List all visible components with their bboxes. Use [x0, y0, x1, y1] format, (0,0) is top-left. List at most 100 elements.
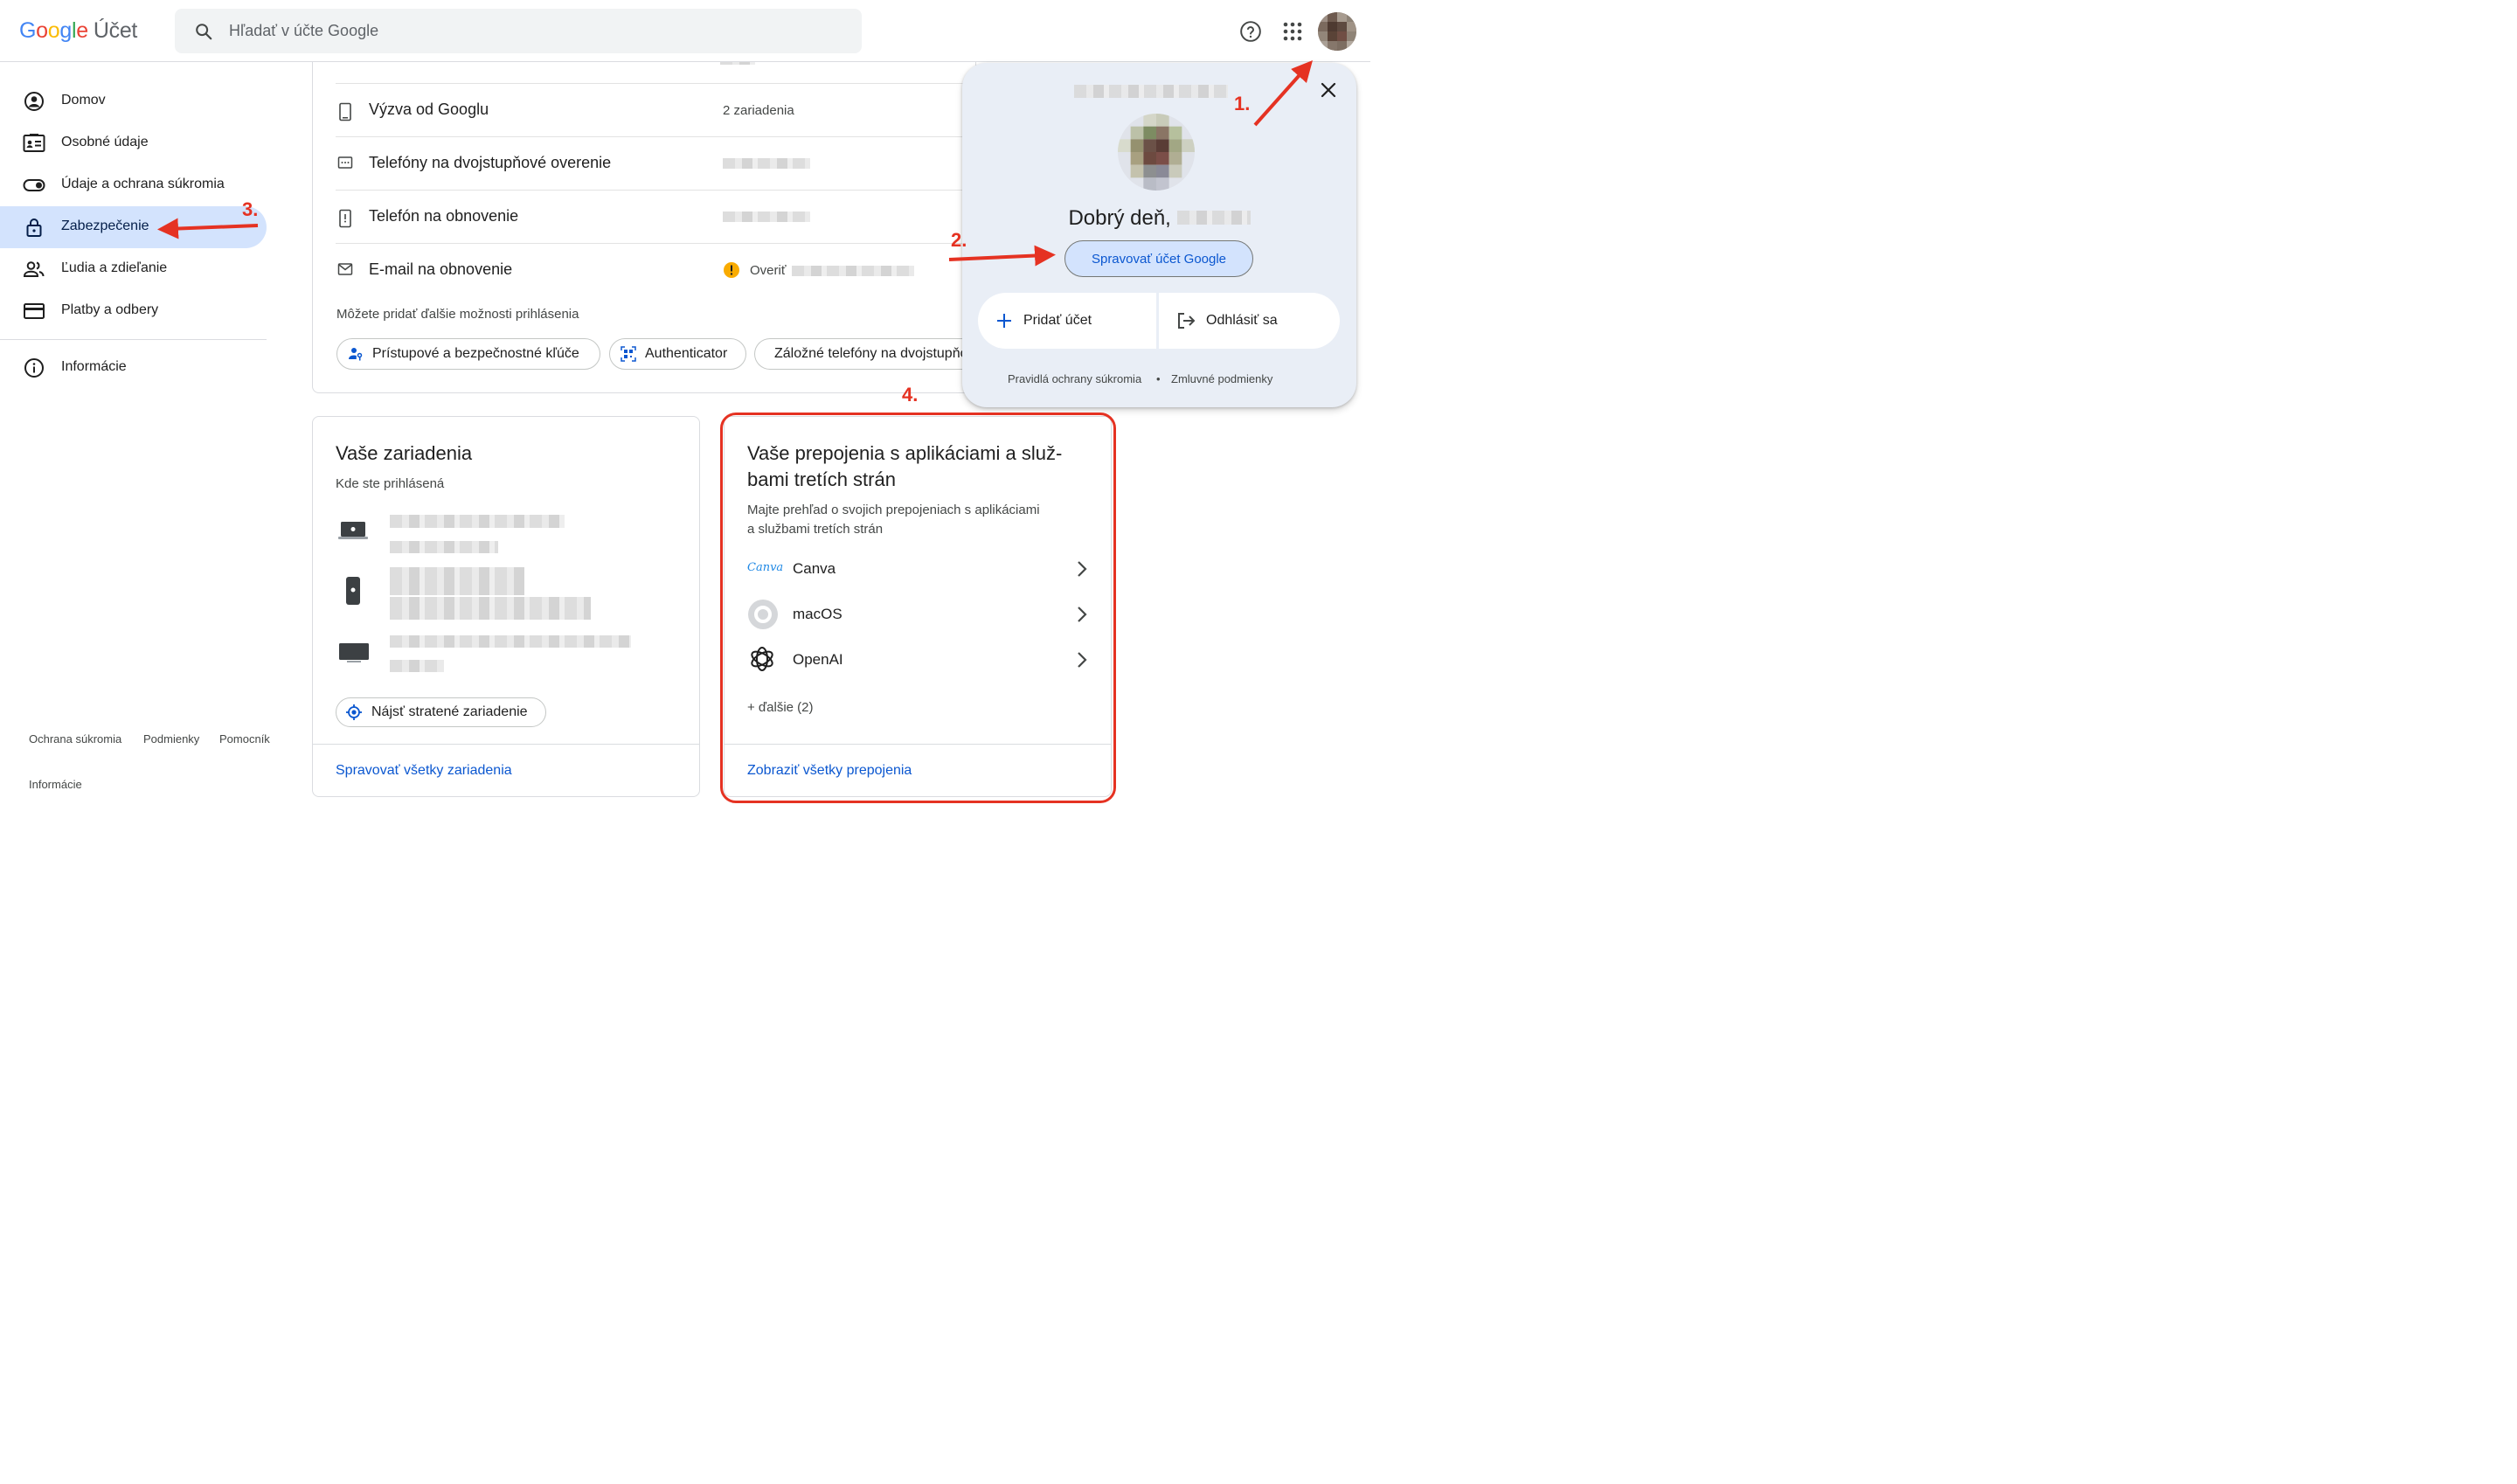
footer-terms-link[interactable]: Podmienky — [143, 732, 199, 745]
view-all-connections-link[interactable]: Zobraziť všetky prepojenia — [747, 763, 912, 779]
connections-title: Vaše prepojenia s aplikáciami a služ- ba… — [747, 442, 1063, 490]
logout-icon — [1178, 313, 1196, 329]
annotation-number-3: 3. — [242, 198, 259, 220]
manage-all-devices-link[interactable]: Spravovať všetky zariadenia — [336, 763, 512, 779]
id-card-icon — [23, 134, 45, 152]
third-party-connections-card: Vaše prepojenia s aplikáciami a služ- ba… — [724, 416, 1112, 797]
connections-card-footer: Zobraziť všetky prepojenia — [725, 744, 1111, 796]
sidebar-item-payments[interactable]: Platby a odbery — [0, 290, 267, 332]
redacted-phone-details — [390, 597, 591, 620]
redacted-device-details — [390, 541, 498, 553]
add-account-button[interactable]: Pridať účet — [978, 293, 1156, 349]
verify-label[interactable]: Overiť — [750, 263, 786, 278]
connection-item-macos[interactable]: macOS — [747, 597, 1088, 632]
search-input[interactable]: Hľadať v účte Google — [229, 22, 378, 40]
chevron-right-icon — [1078, 607, 1087, 622]
lock-icon — [26, 218, 42, 237]
sign-out-button[interactable]: Odhlásiť sa — [1159, 293, 1340, 349]
annotation-number-1: 1. — [1234, 93, 1251, 114]
chevron-right-icon — [1078, 561, 1087, 577]
canva-logo-icon: Canva — [747, 561, 784, 574]
credit-card-icon — [24, 303, 45, 319]
annotation-number-4: 4. — [902, 384, 919, 406]
search-bar[interactable]: Hľadať v účte Google — [175, 9, 862, 53]
sidebar-item-about[interactable]: Informácie — [0, 347, 267, 389]
redacted-recovery-email — [792, 266, 914, 276]
sidebar-item-people-sharing[interactable]: Ľudia a zdieľanie — [0, 248, 267, 290]
phone-alert-icon — [339, 209, 351, 228]
redacted-email — [1074, 85, 1228, 98]
avatar-pixelated-image — [1318, 12, 1356, 51]
security-row-recovery-phone[interactable]: Telefón na obnovenie — [336, 191, 965, 244]
phone-icon — [339, 102, 351, 121]
mail-icon — [337, 263, 353, 275]
toggle-icon — [23, 179, 45, 191]
chip-authenticator[interactable]: Authenticator — [609, 338, 746, 370]
qr-code-icon — [621, 346, 636, 362]
target-location-icon — [346, 704, 362, 720]
connections-subtitle: Majte prehľad o svojich prepojeniach s a… — [747, 503, 1040, 537]
close-icon[interactable] — [1319, 80, 1338, 100]
chip-backup-phones[interactable]: Záložné telefóny na dvojstupňové overeni… — [754, 338, 973, 370]
info-icon — [24, 358, 44, 378]
connection-item-openai[interactable]: OpenAI — [747, 642, 1088, 677]
google-account-logo[interactable]: Google Účet — [19, 18, 137, 44]
devices-subtitle: Kde ste prihlásená — [336, 476, 445, 491]
account-circle-icon — [24, 92, 44, 111]
search-icon — [196, 24, 212, 40]
sidebar-divider — [0, 339, 267, 340]
macos-app-icon — [748, 600, 778, 629]
redacted-desktop-name — [390, 635, 631, 648]
redacted-phone-name — [390, 567, 524, 595]
chevron-right-icon — [1078, 652, 1087, 668]
chip-passkeys[interactable]: Prístupové a bezpečnostné kľúče — [336, 338, 600, 370]
sidebar-nav: Domov Osobné údaje Údaje a ochrana súkro… — [0, 62, 288, 808]
warning-icon — [724, 262, 739, 278]
sign-in-methods-card: Výzva od Googlu 2 zariadenia Telefóny na… — [312, 52, 976, 393]
desktop-icon — [339, 643, 369, 662]
account-avatar-button[interactable] — [1318, 12, 1356, 51]
redacted-phone-number — [723, 158, 810, 169]
sms-icon — [337, 156, 353, 169]
person-key-icon — [349, 348, 363, 361]
footer-about-link[interactable]: Informácie — [29, 778, 82, 791]
redacted-device-name — [390, 515, 565, 528]
terms-of-service-link[interactable]: Zmluvné podmienky — [1171, 372, 1272, 385]
devices-card: Vaše zariadenia Kde ste prihlásená Nájsť… — [312, 416, 700, 797]
profile-pixelated-image — [1118, 114, 1195, 191]
find-lost-device-button[interactable]: Nájsť stratené zariadenie — [336, 697, 546, 727]
help-icon[interactable] — [1239, 20, 1262, 43]
profile-avatar[interactable] — [1118, 114, 1195, 191]
openai-logo-icon — [751, 647, 773, 671]
sidebar-item-personal-info[interactable]: Osobné údaje — [0, 122, 267, 164]
annotation-number-2: 2. — [951, 229, 967, 251]
product-name: Účet — [93, 18, 138, 43]
plus-icon — [997, 314, 1011, 328]
sidebar-item-data-privacy[interactable]: Údaje a ochrana súkromia — [0, 164, 267, 206]
redacted-desktop-details — [390, 660, 444, 672]
people-icon — [23, 261, 45, 277]
sidebar-item-home[interactable]: Domov — [0, 80, 267, 122]
security-row-2sv-phones[interactable]: Telefóny na dvojstupňové overenie — [336, 137, 965, 191]
privacy-policy-link[interactable]: Pravidlá ochrany súkromia — [1008, 372, 1141, 385]
connection-item-canva[interactable]: Canva Canva — [747, 551, 1088, 586]
top-app-bar: Google Účet Hľadať v účte Google — [0, 0, 1370, 62]
account-menu-popup: Dobrý deň, Spravovať účet Google Pridať … — [962, 63, 1356, 407]
security-row-google-prompt[interactable]: Výzva od Googlu 2 zariadenia — [336, 84, 965, 137]
sidebar-item-security[interactable]: Zabezpečenie — [0, 206, 267, 248]
devices-title: Vaše zariadenia — [336, 442, 473, 464]
redacted-name — [1176, 211, 1251, 225]
redacted-recovery-phone — [723, 212, 810, 222]
apps-grid-icon[interactable] — [1283, 22, 1302, 41]
manage-google-account-button[interactable]: Spravovať účet Google — [1064, 240, 1253, 277]
laptop-icon — [338, 522, 368, 539]
footer-privacy-link[interactable]: Ochrana súkromia — [29, 732, 121, 745]
footer-separator: • — [1156, 372, 1161, 385]
devices-card-footer: Spravovať všetky zariadenia — [313, 744, 699, 796]
more-options-hint: Môžete pridať ďalšie možnosti prihláseni… — [336, 307, 579, 322]
security-row-recovery-email[interactable]: E-mail na obnovenie Overiť — [336, 244, 965, 297]
greeting-text: Dobrý deň, — [962, 206, 1356, 231]
smartphone-icon — [346, 577, 360, 605]
footer-help-link[interactable]: Pomocník — [219, 732, 270, 745]
more-connections-link[interactable]: + ďalšie (2) — [747, 698, 814, 718]
